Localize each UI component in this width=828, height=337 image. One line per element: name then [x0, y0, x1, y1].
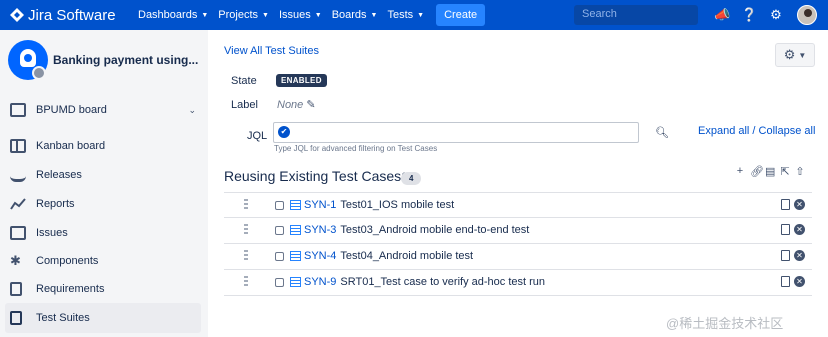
suite-icon: [10, 311, 22, 325]
jql-label: JQL: [247, 130, 268, 142]
remove-icon[interactable]: ✕: [794, 276, 805, 287]
sidebar-item-kanban-board[interactable]: Kanban board: [10, 136, 200, 156]
settings-dropdown-button[interactable]: ⚙ ▼: [775, 43, 815, 67]
row-checkbox[interactable]: [275, 278, 284, 287]
pencil-icon[interactable]: ✎: [306, 99, 315, 111]
test-key-link[interactable]: SYN-1: [304, 199, 336, 211]
remove-icon[interactable]: ✕: [794, 250, 805, 261]
jql-input[interactable]: ✔: [273, 122, 639, 143]
chart-icon: [10, 198, 26, 210]
copy-icon[interactable]: [781, 276, 790, 287]
row-checkbox[interactable]: [275, 252, 284, 261]
nav-projects[interactable]: Projects ▼: [218, 9, 269, 21]
ship-icon: [10, 168, 26, 182]
search-icon[interactable]: 🔍︎: [655, 126, 669, 139]
watermark: @稀土掘金技术社区: [666, 316, 784, 331]
export-icon[interactable]: ⇱: [780, 165, 790, 178]
row-checkbox[interactable]: [275, 226, 284, 235]
remove-icon[interactable]: ✕: [794, 199, 805, 210]
upload-icon[interactable]: ⇧: [795, 165, 805, 178]
chevron-down-icon: ⌄: [188, 104, 196, 115]
row-checkbox[interactable]: [275, 201, 284, 210]
chevron-down-icon: ▼: [314, 11, 322, 19]
board-name: BPUMD board: [36, 104, 107, 116]
drag-handle-icon[interactable]: [244, 199, 248, 209]
chevron-down-icon: ▼: [262, 11, 269, 19]
main-content: View All Test Suites ⚙ ▼ State ENABLED L…: [208, 30, 828, 337]
search-input[interactable]: Search: [574, 5, 698, 25]
copy-icon[interactable]: [781, 250, 790, 261]
project-name[interactable]: Banking payment using...: [53, 53, 198, 67]
sidebar-item-releases[interactable]: Releases: [10, 165, 200, 185]
list-item: SYN-9 SRT01_Test case to verify ad-hoc te…: [224, 270, 812, 296]
add-icon[interactable]: +: [735, 165, 745, 178]
chevron-down-icon: ▼: [201, 11, 209, 19]
status-badge: ENABLED: [276, 74, 327, 87]
test-key-link[interactable]: SYN-3: [304, 224, 336, 236]
jira-logo-icon: [10, 8, 24, 22]
nav-boards[interactable]: Boards ▼: [332, 9, 378, 21]
test-key-link[interactable]: SYN-9: [304, 276, 336, 288]
copy-icon[interactable]: [781, 199, 790, 210]
test-icon: [290, 225, 301, 235]
state-label: State: [231, 75, 257, 87]
help-icon[interactable]: ❔: [741, 7, 757, 23]
test-icon: [290, 200, 301, 210]
megaphone-icon[interactable]: 📣: [714, 7, 730, 23]
test-summary[interactable]: Test01_IOS mobile test: [340, 199, 454, 211]
expand-collapse-link[interactable]: Expand all / Collapse all: [698, 125, 815, 137]
kanban-icon: [10, 139, 26, 153]
drag-handle-icon[interactable]: [244, 276, 248, 286]
sidebar-item-components[interactable]: ✱ Components: [10, 251, 200, 271]
issues-icon: [10, 226, 26, 240]
sidebar-item-reports[interactable]: Reports: [10, 194, 200, 214]
test-icon: [290, 277, 301, 287]
chevron-down-icon: ▼: [370, 11, 378, 19]
remove-icon[interactable]: ✕: [794, 224, 805, 235]
chevron-down-icon: ▼: [417, 11, 425, 19]
puzzle-icon: ✱: [10, 253, 21, 268]
count-badge: 4: [401, 172, 422, 185]
section-title: Reusing Existing Test Cases✎: [224, 168, 411, 184]
link-icon[interactable]: 🔗︎: [750, 165, 764, 178]
list-item: SYN-4 Test04_Android mobile test ✕: [224, 244, 812, 270]
label-label: Label: [231, 99, 258, 111]
doc-icon[interactable]: ▤: [765, 165, 775, 178]
sidebar: Banking payment using... BPUMD board ⌄ K…: [0, 30, 208, 337]
test-icon: [290, 251, 301, 261]
doc-icon: [10, 282, 22, 296]
sidebar-item-issues[interactable]: Issues: [10, 223, 200, 243]
drag-handle-icon[interactable]: [244, 224, 248, 234]
label-value[interactable]: None ✎: [277, 98, 316, 111]
copy-icon[interactable]: [781, 224, 790, 235]
drag-handle-icon[interactable]: [244, 250, 248, 260]
project-type-badge: [32, 66, 46, 80]
test-list: SYN-1 Test01_IOS mobile test ✕ SYN-3 Test0…: [224, 192, 812, 296]
brand[interactable]: Jira Software: [10, 7, 138, 24]
list-item: SYN-3 Test03_Android mobile end-to-end te…: [224, 218, 812, 244]
nav-issues[interactable]: Issues ▼: [279, 9, 322, 21]
sidebar-item-requirements[interactable]: Requirements: [10, 279, 200, 299]
test-summary[interactable]: Test04_Android mobile test: [340, 250, 473, 262]
nav-tests[interactable]: Tests ▼: [387, 9, 424, 21]
board-icon: [10, 103, 26, 117]
gear-icon: ⚙: [783, 47, 796, 62]
sidebar-item-test-suites[interactable]: Test Suites: [5, 303, 201, 333]
jql-help-text: Type JQL for advanced filtering on Test …: [274, 144, 438, 153]
nav-dashboards[interactable]: Dashboards ▼: [138, 9, 208, 21]
user-avatar[interactable]: [797, 5, 817, 25]
top-nav: Jira Software Dashboards ▼ Projects ▼ Issu…: [0, 0, 828, 30]
view-all-test-suites-link[interactable]: View All Test Suites: [224, 45, 319, 57]
list-item: SYN-1 Test01_IOS mobile test ✕: [224, 192, 812, 218]
gear-icon[interactable]: ⚙: [768, 7, 784, 23]
brand-name: Jira Software: [28, 6, 116, 24]
check-circle-icon: ✔: [278, 126, 290, 138]
test-summary[interactable]: Test03_Android mobile end-to-end test: [340, 224, 529, 236]
test-key-link[interactable]: SYN-4: [304, 250, 336, 262]
create-button[interactable]: Create: [436, 4, 486, 26]
board-selector[interactable]: BPUMD board ⌄: [10, 100, 196, 120]
section-toolbar: + 🔗︎ ▤ ⇱ ⇧: [735, 165, 805, 178]
test-summary[interactable]: SRT01_Test case to verify ad-hoc test ru…: [340, 276, 545, 288]
chevron-down-icon: ▼: [798, 50, 807, 60]
